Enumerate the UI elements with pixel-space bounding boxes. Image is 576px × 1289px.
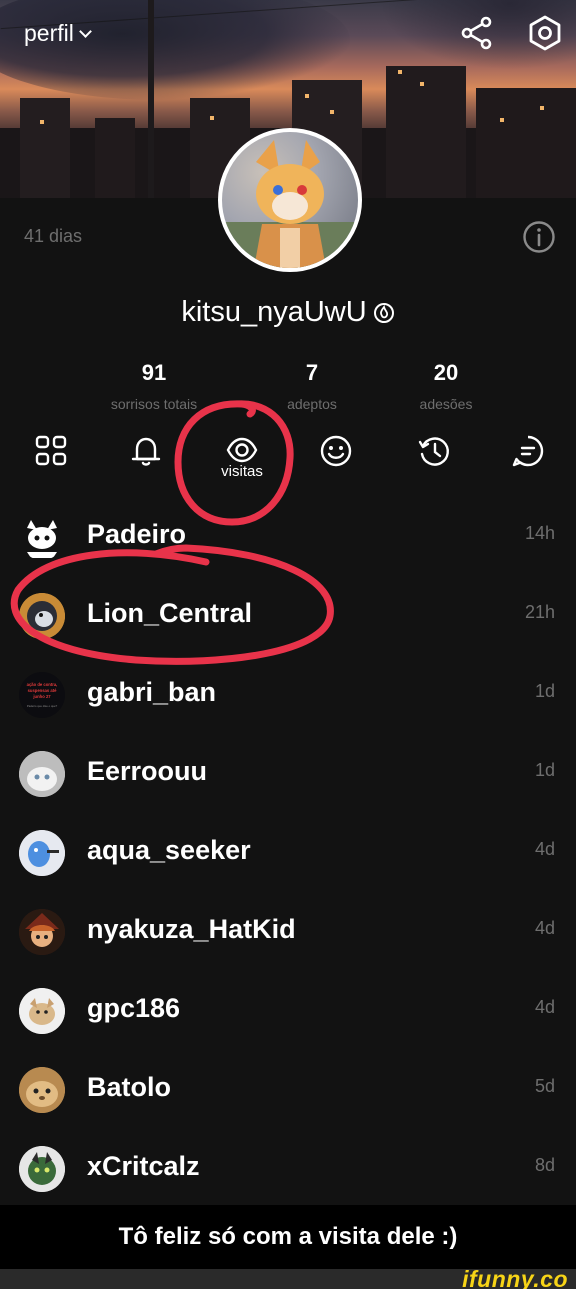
visit-time: 1d	[534, 760, 555, 780]
visitor-row[interactable]: xCritcalz 8d	[0, 1132, 576, 1205]
avatar-text-line: Padeiro que dise o que?	[27, 704, 58, 708]
profile-title: perfil	[24, 20, 74, 46]
profile-screen: perfil 41 dias kitsu_nyaUwU 91 sorrisos …	[0, 0, 576, 1205]
visitor-name: xCritcalz	[87, 1151, 200, 1181]
tab-reactions[interactable]	[314, 429, 358, 473]
visitor-name: Eerroouu	[87, 756, 208, 786]
stat-subscriptions[interactable]: 20 adesões	[366, 360, 526, 412]
visitor-row[interactable]: Batolo 5d	[0, 1053, 576, 1132]
grid-icon	[35, 435, 67, 466]
chevron-down-icon	[78, 25, 92, 38]
visit-time: 8d	[534, 1155, 555, 1175]
share-icon[interactable]	[460, 16, 494, 50]
visitor-avatar	[19, 751, 65, 797]
visitor-name: nyakuza_HatKid	[87, 914, 296, 944]
visit-time: 5d	[534, 1076, 555, 1096]
visitor-row[interactable]: gpc186 4d	[0, 974, 576, 1053]
username: kitsu_nyaUwU	[181, 296, 367, 328]
history-icon	[418, 437, 449, 466]
visitor-row[interactable]: Padeiro 14h	[0, 500, 576, 579]
visitor-avatar	[19, 1146, 65, 1192]
verified-icon	[373, 303, 394, 324]
profile-menu-button[interactable]: perfil	[24, 20, 92, 47]
chat-icon	[512, 435, 544, 467]
info-icon[interactable]	[522, 220, 556, 254]
visit-time: 14h	[524, 523, 555, 543]
tab-notifications[interactable]	[124, 429, 168, 473]
visitor-row[interactable]: aqua_seeker 4d	[0, 816, 576, 895]
meme-caption: Tô feliz só com a visita dele :)	[0, 1205, 576, 1269]
visitor-avatar	[19, 830, 65, 876]
visitor-row[interactable]: Eerroouu 1d	[0, 737, 576, 816]
top-bar: perfil	[0, 0, 576, 70]
settings-icon[interactable]	[526, 14, 564, 52]
eye-icon	[226, 437, 258, 463]
avatar-text-line: suspensas até	[28, 688, 58, 693]
visitor-name: Lion_Central	[87, 598, 253, 628]
profile-tabs: visitas	[0, 428, 576, 492]
visitor-row[interactable]: nyakuza_HatKid 4d	[0, 895, 576, 974]
smile-icon	[320, 435, 352, 467]
visitor-name: Batolo	[87, 1072, 171, 1102]
stat-value: 20	[433, 360, 459, 385]
visit-time: 4d	[534, 918, 555, 938]
visitor-name: gabri_ban	[87, 677, 217, 707]
account-age: 41 dias	[24, 226, 83, 246]
visit-time: 21h	[524, 602, 555, 622]
visitor-name: Padeiro	[87, 519, 187, 549]
ifunny-watermark: ifunny.co	[462, 1266, 568, 1289]
profile-avatar[interactable]	[218, 128, 362, 272]
visitor-avatar	[19, 1067, 65, 1113]
tab-comments[interactable]	[506, 429, 550, 473]
visitor-avatar: ação de contra, suspensas até junho 27 P…	[19, 672, 65, 718]
tab-history[interactable]	[412, 429, 456, 473]
tab-visits-label: visitas	[221, 463, 263, 480]
avatar-text-line: junho 27	[32, 694, 51, 699]
visitor-row[interactable]: ação de contra, suspensas até junho 27 P…	[0, 658, 576, 737]
visitor-avatar	[19, 988, 65, 1034]
visit-time: 1d	[534, 681, 555, 701]
username-row: kitsu_nyaUwU	[0, 296, 576, 329]
visitor-avatar	[19, 909, 65, 955]
bell-icon	[131, 437, 161, 466]
stat-total-smiles[interactable]: 91 sorrisos totais	[74, 360, 234, 412]
profile-stats: 91 sorrisos totais 7 adeptos 20 adesões	[0, 360, 576, 416]
visitor-name: gpc186	[87, 993, 181, 1023]
visitor-avatar	[19, 593, 65, 639]
watermark-bar: ifunny.co	[0, 1266, 576, 1289]
visitor-name: aqua_seeker	[87, 835, 251, 865]
visit-time: 4d	[534, 997, 555, 1017]
stat-label: adesões	[419, 396, 473, 412]
avatar-text-line: ação de contra,	[27, 682, 58, 687]
visitor-row[interactable]: Lion_Central 21h	[0, 579, 576, 658]
visit-time: 4d	[534, 839, 555, 859]
visitor-avatar	[19, 514, 65, 560]
tab-posts[interactable]	[29, 429, 73, 473]
stat-label: sorrisos totais	[110, 396, 198, 412]
stat-value: 91	[141, 360, 167, 385]
